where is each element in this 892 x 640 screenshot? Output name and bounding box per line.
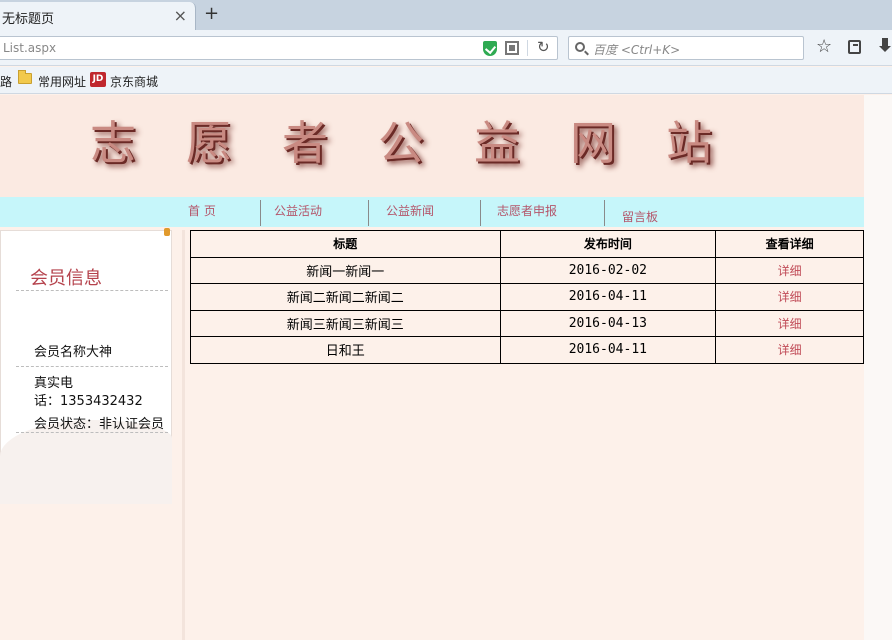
address-bar[interactable]: List.aspx ↻ — [0, 36, 558, 60]
nav-volunteer-apply[interactable]: 志愿者申报 — [497, 202, 557, 219]
detail-cell: 详细 — [715, 283, 864, 311]
news-date: 2016-04-13 — [499, 309, 717, 337]
nav-message-board[interactable]: 留言板 — [622, 208, 658, 225]
folder-icon — [18, 70, 32, 84]
detail-link[interactable]: 详细 — [778, 290, 802, 304]
download-icon[interactable] — [878, 38, 892, 54]
table-row: 新闻二新闻二新闻二 2016-04-11 详细 — [190, 283, 864, 311]
search-placeholder: 百度 <Ctrl+K> — [593, 43, 681, 57]
member-info-title: 会员信息 — [30, 268, 102, 289]
refresh-icon[interactable]: ↻ — [537, 38, 550, 56]
bookmarks-bar: 路 常用网址 京东商城 — [0, 67, 892, 94]
detail-cell: 详细 — [715, 309, 864, 337]
search-input[interactable]: 百度 <Ctrl+K> — [568, 36, 804, 60]
nav-divider — [480, 200, 481, 226]
reading-list-icon[interactable] — [848, 40, 861, 54]
navigation-bar: List.aspx ↻ 百度 <Ctrl+K> — [0, 30, 892, 66]
column-header-title: 标题 — [190, 230, 501, 258]
news-date: 2016-04-11 — [499, 336, 717, 364]
detail-link[interactable]: 详细 — [778, 264, 802, 278]
news-date: 2016-04-11 — [499, 283, 717, 311]
nav-home[interactable]: 首 页 — [188, 202, 216, 219]
tab-bar: 无标题页 × + — [0, 0, 892, 30]
nav-activities[interactable]: 公益活动 — [274, 202, 322, 219]
news-title: 新闻二新闻二新闻二 — [190, 283, 501, 311]
member-status: 会员状态：非认证会员 — [34, 417, 165, 432]
nav-news[interactable]: 公益新闻 — [386, 202, 434, 219]
scrollbar-gutter[interactable] — [864, 95, 892, 640]
tab-title: 无标题页 — [2, 12, 55, 27]
search-icon — [575, 42, 585, 52]
news-title: 日和王 — [190, 336, 501, 364]
news-table: 标题 发布时间 查看详细 新闻一新闻一 2016-02-02 详细 新闻二新闻二… — [190, 230, 864, 364]
bookmark-star-icon[interactable]: ☆ — [816, 36, 832, 57]
jd-icon: JD — [90, 72, 106, 87]
member-phone: 话：1353432432 — [34, 394, 143, 409]
member-name: 会员名称大神 — [34, 345, 113, 360]
member-phone-label: 真实电 — [34, 376, 74, 391]
table-header-row: 标题 发布时间 查看详细 — [190, 230, 864, 258]
nav-divider — [260, 200, 261, 226]
table-row: 新闻一新闻一 2016-02-02 详细 — [190, 256, 864, 284]
table-row: 日和王 2016-04-11 详细 — [190, 336, 864, 364]
qr-code-icon[interactable] — [505, 41, 519, 55]
content-divider — [182, 230, 185, 640]
browser-tab[interactable]: 无标题页 × — [0, 2, 196, 30]
bookmark-item-jd[interactable]: 京东商城 — [110, 73, 158, 90]
divider — [16, 290, 168, 291]
bookmark-item[interactable]: 路 — [0, 73, 12, 90]
close-icon[interactable]: × — [174, 6, 187, 25]
divider — [16, 366, 168, 367]
news-title: 新闻一新闻一 — [190, 256, 501, 284]
divider — [16, 432, 168, 433]
detail-cell: 详细 — [715, 336, 864, 364]
detail-link[interactable]: 详细 — [778, 317, 802, 331]
news-title: 新闻三新闻三新闻三 — [190, 309, 501, 337]
nav-divider — [368, 200, 369, 226]
nav-divider — [604, 200, 605, 226]
new-tab-button[interactable]: + — [204, 3, 219, 24]
shield-icon[interactable] — [483, 41, 497, 56]
site-title: 志愿者公益网站 — [90, 116, 762, 170]
news-date: 2016-02-02 — [499, 256, 717, 284]
divider — [527, 40, 528, 56]
url-text: List.aspx — [3, 41, 57, 55]
pin-icon — [164, 228, 170, 236]
detail-cell: 详细 — [715, 256, 864, 284]
column-header-date: 发布时间 — [499, 230, 717, 258]
column-header-detail: 查看详细 — [715, 230, 864, 258]
table-row: 新闻三新闻三新闻三 2016-04-13 详细 — [190, 309, 864, 337]
bookmark-item-common-sites[interactable]: 常用网址 — [38, 73, 86, 90]
detail-link[interactable]: 详细 — [778, 343, 802, 357]
